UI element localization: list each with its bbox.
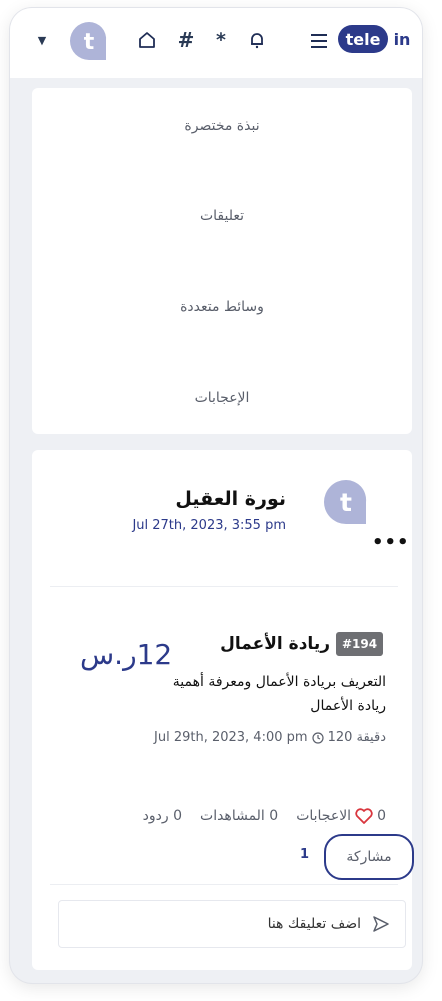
event-price: 12ر.س: [80, 638, 173, 671]
app-frame: ▼ t # * tele in نبذة مختصرة تعليقات وسائ…: [10, 8, 422, 983]
event-meta: Jul 29th, 2023, 4:00 pm 120 دقيقة: [154, 730, 386, 745]
likes-stat[interactable]: 0 الاعجابات: [296, 808, 386, 824]
stat-label-bio[interactable]: نبذة مختصرة: [32, 118, 412, 134]
bell-icon[interactable]: [246, 29, 268, 51]
comment-box: [58, 900, 406, 948]
stat-label-comments[interactable]: تعليقات: [32, 208, 412, 224]
event-id-badge: #194: [336, 632, 384, 656]
post-stats-row: 0 الاعجابات 0 المشاهدات 0 ردود: [143, 808, 386, 824]
heart-icon[interactable]: [355, 808, 373, 824]
avatar[interactable]: t: [68, 20, 110, 62]
hash-icon[interactable]: #: [174, 28, 198, 52]
comment-input[interactable]: [101, 916, 361, 932]
send-icon[interactable]: [371, 914, 391, 934]
post-date: Jul 27th, 2023, 3:55 pm: [132, 518, 286, 533]
more-options-icon[interactable]: •••: [372, 534, 409, 552]
post-avatar-letter: t: [340, 488, 352, 517]
author-name[interactable]: نورة العقيل: [175, 488, 286, 510]
logo-text-left: tele: [346, 30, 381, 49]
post-card: t نورة العقيل Jul 27th, 2023, 3:55 pm ••…: [32, 450, 414, 970]
views-stat: 0 المشاهدات: [200, 808, 279, 824]
divider: [50, 884, 398, 885]
event-title[interactable]: ريادة الأعمال: [220, 634, 330, 654]
event-datetime: Jul 29th, 2023, 4:00 pm: [154, 730, 308, 745]
likes-label: الاعجابات: [296, 808, 352, 824]
post-avatar[interactable]: t: [322, 478, 370, 526]
caret-down-icon[interactable]: ▼: [32, 30, 52, 50]
menu-icon[interactable]: [308, 30, 330, 52]
clock-icon: [311, 731, 324, 744]
logo-text-right: in: [394, 30, 411, 49]
share-count: 1: [300, 847, 310, 862]
star-icon[interactable]: *: [210, 28, 232, 52]
top-navbar: ▼ t # * tele in: [10, 8, 422, 78]
home-icon[interactable]: [136, 29, 158, 51]
divider: [50, 586, 398, 587]
share-button[interactable]: مشاركة: [324, 834, 414, 880]
event-duration: 120 دقيقة: [327, 730, 386, 745]
replies-stat[interactable]: 0 ردود: [143, 808, 182, 824]
svg-text:t: t: [84, 30, 95, 55]
event-description: التعريف بريادة الأعمال ومعرفة أهمية رياد…: [172, 674, 386, 714]
likes-count: 0: [377, 808, 386, 824]
profile-stats-card: نبذة مختصرة تعليقات وسائط متعددة الإعجاب…: [32, 88, 412, 434]
telein-logo[interactable]: tele in: [338, 24, 418, 54]
stat-label-likes[interactable]: الإعجابات: [32, 390, 412, 406]
stat-label-media[interactable]: وسائط متعددة: [32, 299, 412, 315]
